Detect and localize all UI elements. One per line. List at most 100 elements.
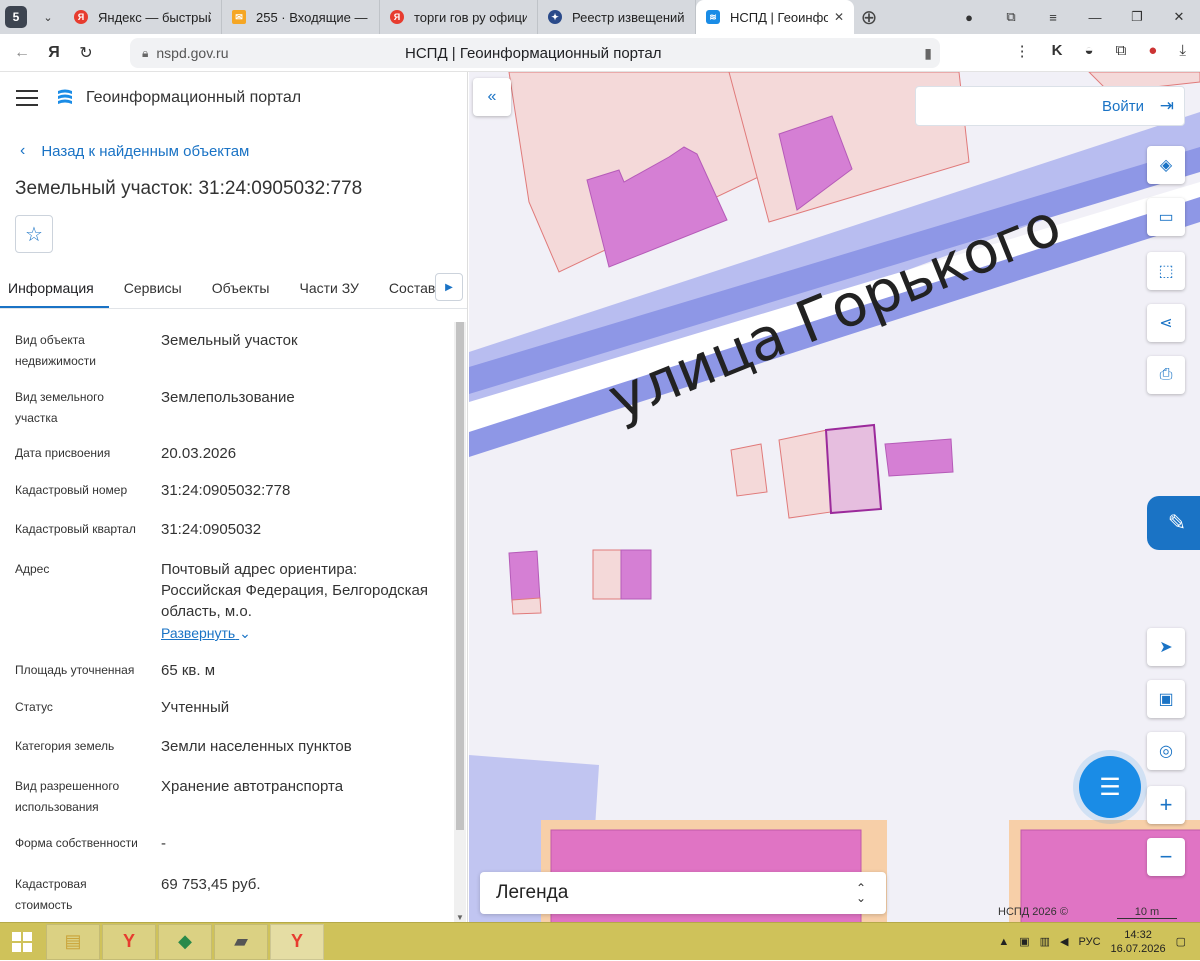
scanner-icon[interactable]: ▰ — [214, 923, 268, 960]
expand-address-link[interactable]: Развернуть ⌄ — [161, 625, 251, 642]
tab-title: 255 · Входящие — Ян — [256, 9, 369, 25]
yandex-browser-icon[interactable]: Y — [102, 923, 156, 960]
volume-icon[interactable]: ◀ — [1060, 935, 1068, 948]
back-arrow-icon[interactable]: ← — [6, 44, 38, 62]
double-chevron-left-icon: « — [487, 88, 497, 105]
chat-button[interactable]: ☰ — [1079, 756, 1141, 818]
property-key: Вид объекта недвижимости — [15, 333, 96, 368]
language-indicator[interactable]: РУС — [1079, 936, 1101, 948]
assistant-tab-button[interactable]: ✎ — [1147, 496, 1200, 550]
tab-title: НСПД | Геоинфор — [730, 9, 828, 25]
collapse-panel-button[interactable]: « — [473, 78, 511, 116]
chevron-down-icon: ⌄ — [239, 625, 251, 641]
star-icon: ☆ — [25, 223, 43, 246]
property-key: Адрес — [15, 562, 50, 576]
tray-expand-icon[interactable]: ▲ — [998, 936, 1009, 948]
battery-icon[interactable]: ▥ — [1040, 935, 1050, 948]
scroll-down-arrow-icon[interactable]: ▼ — [456, 913, 464, 922]
legend-panel[interactable]: Легенда ⌃ ⌄ — [480, 872, 886, 914]
expand-collapse-icon: ⌃ ⌄ — [855, 881, 866, 905]
clock[interactable]: 14:32 16.07.2026 — [1111, 928, 1166, 956]
restore-icon[interactable]: ❐ — [1116, 0, 1158, 34]
tab-objects[interactable]: Объекты — [197, 267, 285, 308]
property-key: Кадастровая стоимость — [15, 877, 87, 912]
start-button[interactable] — [0, 923, 44, 961]
minimap-button[interactable]: ▣ — [1147, 680, 1185, 718]
property-key: Вид разрешенного использования — [15, 779, 120, 814]
property-key: Статус — [15, 700, 53, 714]
zoom-in-button[interactable]: + — [1147, 786, 1185, 824]
url-field[interactable]: 🔒︎ nspd.gov.ru НСПД | Геоинформационный … — [130, 38, 940, 68]
tab-count: 5 — [5, 6, 27, 28]
chevron-left-icon: ‹ — [20, 142, 26, 159]
print-button[interactable]: ⎙ — [1147, 356, 1185, 394]
download-icon[interactable]: ⤓ — [1179, 42, 1186, 60]
property-key: Форма собственности — [15, 836, 138, 850]
property-value: 31:24:0905032 — [161, 521, 262, 538]
property-value: Земли населенных пунктов — [161, 738, 352, 755]
browser-tab[interactable]: ✦ Реестр извещений — [538, 0, 696, 34]
hamburger-menu-icon[interactable] — [16, 90, 38, 106]
object-title: Земельный участок: 31:24:0905032:778 — [15, 178, 363, 199]
yandex-browser-active-icon[interactable]: Y — [270, 923, 324, 960]
close-tab-icon[interactable]: ✕ — [834, 10, 844, 24]
sidebar-scrollbar[interactable]: ▼ — [454, 322, 466, 922]
kinopoisk-icon[interactable]: K — [1052, 42, 1063, 60]
menu-icon[interactable]: ≡ — [1032, 0, 1074, 34]
extension-icon[interactable]: ◒ — [1085, 42, 1094, 60]
scrollbar-thumb[interactable] — [456, 322, 464, 830]
new-tab-plus-icon[interactable]: ⊕ — [854, 0, 884, 34]
back-label: Назад к найденным объектам — [41, 142, 250, 160]
tab-services[interactable]: Сервисы — [109, 267, 197, 308]
layers-button[interactable]: ◈ — [1147, 146, 1185, 184]
minimize-icon[interactable]: — — [1074, 0, 1116, 34]
portal-logo-icon — [58, 89, 72, 104]
notifications-icon[interactable]: ▢ — [1176, 935, 1186, 948]
collections-icon[interactable]: ⧉ — [990, 0, 1032, 34]
alice-icon[interactable]: ● — [1148, 42, 1157, 60]
clock-time: 14:32 — [1124, 928, 1152, 941]
back-to-results-link[interactable]: ‹ Назад к найденным объектам — [0, 134, 467, 168]
map-view[interactable]: улица Горького « Войти ⇥ ◈ ▭ ⬚ ⋖ ⎙ ✎ ➤ ▣ … — [469, 72, 1200, 922]
share-button[interactable]: ⋖ — [1147, 304, 1185, 342]
geolocate-button[interactable]: ➤ — [1147, 628, 1185, 666]
search-location-button[interactable]: ◎ — [1147, 732, 1185, 770]
browser-tab[interactable]: ✉ 255 · Входящие — Ян — [222, 0, 380, 34]
tab-count-button[interactable]: 5 — [0, 0, 32, 34]
address-bar: ← Я ↻ 🔒︎ nspd.gov.ru НСПД | Геоинформаци… — [0, 34, 1200, 72]
property-key: Вид земельного участка — [15, 390, 104, 425]
reload-icon[interactable]: ↻ — [70, 43, 102, 63]
tabs-next-arrow-icon[interactable]: ▶ — [435, 273, 463, 301]
tab-parts[interactable]: Части ЗУ — [284, 267, 373, 308]
login-button[interactable]: Войти ⇥ — [915, 86, 1185, 126]
more-icon[interactable]: ⋮ — [1015, 42, 1030, 60]
app-title: Геоинформационный портал — [86, 89, 302, 106]
yandex-home-icon[interactable]: Я — [38, 44, 70, 62]
tab-title: торги гов ру официа — [414, 9, 527, 25]
browser-tab-active[interactable]: ≋ НСПД | Геоинфор ✕ — [696, 0, 854, 34]
property-value: 65 кв. м — [161, 662, 216, 679]
zoom-out-button[interactable]: − — [1147, 838, 1185, 876]
bookmark-icon[interactable]: ▮ — [924, 45, 932, 62]
close-window-icon[interactable]: ✕ — [1158, 0, 1200, 34]
expand-label: Развернуть — [161, 625, 236, 641]
app-diamonds-icon[interactable]: ◆ — [158, 923, 212, 960]
url-text: nspd.gov.ru — [156, 45, 229, 61]
browser-tab[interactable]: Яторги гов ру официа — [380, 0, 538, 34]
clock-date: 16.07.2026 — [1110, 942, 1166, 955]
tab-title: Яндекс — быстрый п — [98, 9, 211, 25]
file-explorer-icon[interactable]: ▤ — [46, 923, 100, 960]
favorite-star-button[interactable]: ☆ — [15, 215, 53, 253]
select-area-button[interactable]: ⬚ — [1147, 252, 1185, 290]
measure-button[interactable]: ▭ — [1147, 198, 1185, 236]
layers-icon: ◈ — [1159, 157, 1173, 174]
area-search-icon: ⬚ — [1158, 263, 1174, 280]
tabs-menu-chevron-icon[interactable]: ⌄ — [32, 0, 64, 34]
collections-icon[interactable]: ⧉ — [1116, 42, 1127, 60]
tab-information[interactable]: Информация — [0, 267, 109, 308]
network-icon[interactable]: ▣ — [1019, 935, 1029, 948]
browser-tab[interactable]: Я Яндекс — быстрый п — [64, 0, 222, 34]
profile-icon[interactable]: ● — [948, 0, 990, 34]
property-value: Землепользование — [161, 389, 295, 406]
print-icon: ⎙ — [1159, 366, 1173, 383]
